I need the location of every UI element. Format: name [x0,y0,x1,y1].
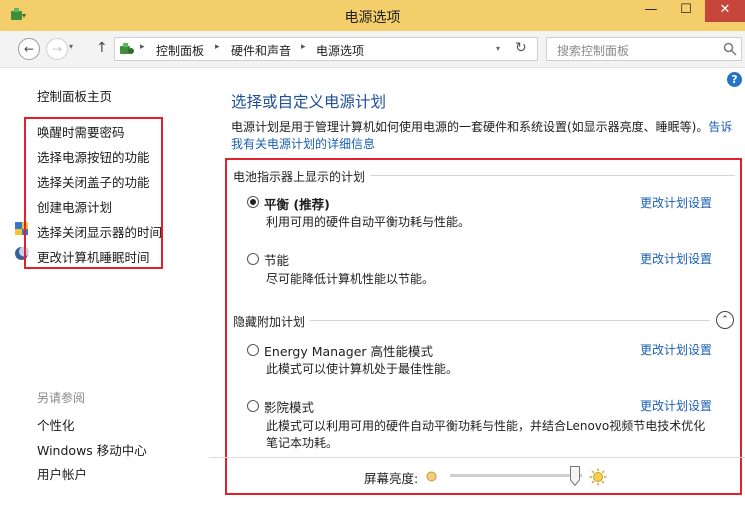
plan-radio-power-saver[interactable] [247,253,259,265]
control-panel-icon [120,43,134,54]
see-also-user-accounts-link[interactable]: 用户帐户 [37,464,87,483]
breadcrumb-power-options[interactable]: 电源选项 [316,42,364,59]
see-also-title: 另请参阅 [37,391,86,405]
title-bar: 电源选项 — ☐ ✕ [0,0,745,31]
refresh-icon[interactable]: ↻ [515,40,527,56]
plan-name-energy-manager[interactable]: Energy Manager 高性能模式 [264,341,433,360]
minimize-button[interactable]: — [636,0,666,22]
page-description: 电源计划是用于管理计算机如何使用电源的一套硬件和系统设置(如显示器亮度、睡眠等)… [231,119,736,153]
plan-desc-energy-manager: 此模式可以使计算机处于最佳性能。 [266,362,459,376]
search-placeholder: 搜索控制面板 [557,44,630,58]
group-divider [370,175,735,176]
plan-desc-balanced: 利用可用的硬件自动平衡功耗与性能。 [266,215,471,229]
collapse-chevron-icon[interactable]: ⌃ [716,311,734,329]
recent-locations-dropdown[interactable]: ▾ [69,42,73,51]
hidden-plans-title: 隐藏附加计划 [233,315,306,329]
breadcrumb-separator: ▸ [140,42,145,52]
up-button[interactable]: ↑ [96,40,108,56]
window-title: 电源选项 [344,10,401,26]
search-input[interactable]: 搜索控制面板 [546,37,742,61]
plan-name-power-saver[interactable]: 节能 [264,250,289,269]
plan-desc-power-saver: 尽可能降低计算机性能以节能。 [266,272,435,286]
brightness-low-icon [426,471,437,482]
maximize-button[interactable]: ☐ [671,0,701,22]
brightness-label: 屏幕亮度: [364,471,419,486]
search-icon[interactable] [723,42,737,56]
battery-group-title: 电池指示器上显示的计划 [233,170,366,184]
forward-button[interactable]: → [46,38,68,60]
plan-name-balanced[interactable]: 平衡 (推荐) [264,194,330,213]
plan-radio-balanced[interactable] [247,196,259,208]
breadcrumb-hardware-sound[interactable]: 硬件和声音 [231,42,291,59]
plan-name-theater[interactable]: 影院模式 [264,397,314,416]
change-plan-settings-link[interactable]: 更改计划设置 [640,250,712,267]
close-button[interactable]: ✕ [705,0,745,22]
group-divider [310,320,710,321]
breadcrumb-separator: ▸ [215,42,220,52]
brightness-slider-thumb[interactable] [570,466,581,486]
change-plan-settings-link[interactable]: 更改计划设置 [640,397,712,414]
change-plan-settings-link[interactable]: 更改计划设置 [640,194,712,211]
brightness-divider [209,457,745,458]
brightness-high-icon [589,468,607,486]
address-dropdown-icon[interactable]: ▾ [496,44,500,53]
see-also-mobility-center-link[interactable]: Windows 移动中心 [37,440,147,459]
breadcrumb-separator: ▸ [301,42,306,52]
back-button[interactable]: ← [18,38,40,60]
highlight-box-sidebar [24,117,163,269]
page-title: 选择或自定义电源计划 [231,93,387,111]
plan-desc-theater: 此模式可以利用可用的硬件自动平衡功耗与性能，并结合Lenovo视频节电技术优化笔… [266,419,706,450]
brightness-slider[interactable] [450,474,582,477]
navigation-bar: ← → ▾ ↑ ▸ 控制面板 ▸ 硬件和声音 ▸ 电源选项 ▾ ↻ 搜索控制面板 [0,31,745,68]
breadcrumb-control-panel[interactable]: 控制面板 [156,42,204,59]
see-also-personalize-link[interactable]: 个性化 [37,415,75,434]
help-icon[interactable]: ? [727,72,742,87]
sidebar-home-link[interactable]: 控制面板主页 [37,86,112,105]
plan-radio-energy-manager[interactable] [247,344,259,356]
plan-radio-theater[interactable] [247,400,259,412]
address-bar[interactable]: ▸ 控制面板 ▸ 硬件和声音 ▸ 电源选项 ▾ ↻ [114,37,538,61]
description-text: 电源计划是用于管理计算机如何使用电源的一套硬件和系统设置(如显示器亮度、睡眠等)… [231,120,709,134]
change-plan-settings-link[interactable]: 更改计划设置 [640,341,712,358]
